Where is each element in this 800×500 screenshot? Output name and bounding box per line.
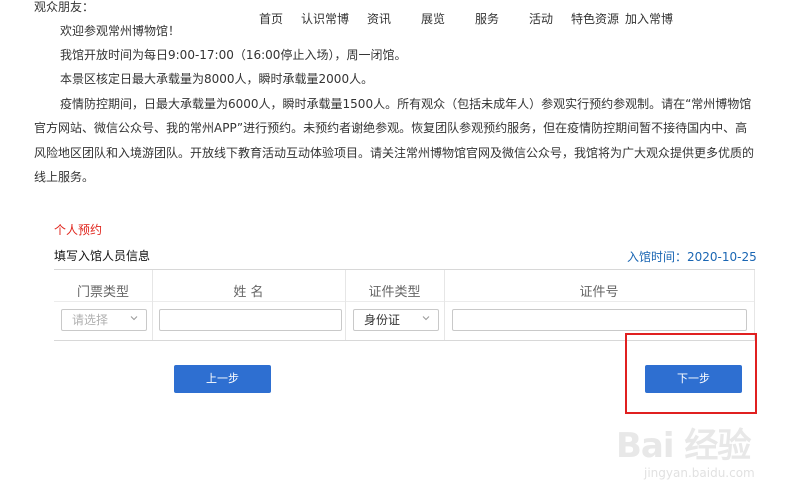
id-number-input[interactable] (452, 309, 747, 331)
prev-step-button[interactable]: 上一步 (174, 365, 271, 393)
header-id-type: 证件类型 (368, 285, 421, 300)
nav-item-about[interactable]: 认识常博 (301, 10, 349, 27)
nav-item-news[interactable]: 资讯 (367, 10, 391, 27)
visit-date-label: 入馆时间： (627, 250, 688, 264)
header-ticket-type: 门票类型 (76, 285, 129, 300)
id-type-select[interactable]: 身份证 (353, 309, 439, 331)
notice-para-line-1: 疫情防控期间，日最大承载量为6000人，瞬时承载量1500人。所有观众（包括未成… (60, 97, 752, 111)
visit-date: 入馆时间：2020-10-25 (627, 248, 757, 265)
notice-line-capacity: 本景区核定日最大承载量为8000人，瞬时承载量2000人。 (60, 72, 374, 86)
ticket-type-placeholder: 请选择 (72, 313, 109, 327)
form-title: 填写入馆人员信息 (54, 249, 151, 263)
watermark-url: jingyan.baidu.com (644, 466, 755, 480)
watermark-logo-text: Bai 经验 (616, 426, 751, 466)
notice-line-hours: 我馆开放时间为每日9:00-17:00（16:00停止入场），周一闭馆。 (60, 48, 407, 62)
ticket-type-select[interactable]: 请选择 (61, 309, 147, 331)
header-name: 姓 名 (233, 285, 264, 300)
notice-greeting: 观众朋友： (34, 0, 95, 14)
nav-item-activities[interactable]: 活动 (529, 10, 553, 27)
header-id-number: 证件号 (579, 285, 619, 300)
id-type-value: 身份证 (364, 313, 401, 327)
table-top-border (54, 269, 755, 270)
table-header-divider (54, 301, 755, 302)
nav-item-home[interactable]: 首页 (259, 10, 283, 27)
annotation-highlight-box (625, 333, 757, 414)
chevron-down-icon (130, 316, 138, 321)
notice-para-line-2: 官方网站、微信公众号、我的常州APP”进行预约。未预约者谢绝参观。恢复团队参观预… (34, 121, 748, 135)
nav-item-services[interactable]: 服务 (475, 10, 499, 27)
notice-para-line-4: 线上服务。 (34, 170, 95, 184)
nav-item-join[interactable]: 加入常博 (625, 10, 673, 27)
personal-booking-tab[interactable]: 个人预约 (54, 221, 102, 238)
visit-date-value: 2020-10-25 (687, 250, 757, 264)
notice-para-line-3: 风险地区团队和入境游团队。开放线下教育活动互动体验项目。请关注常州博物馆官网及微… (34, 146, 755, 160)
notice-line-welcome: 欢迎参观常州博物馆！ (60, 24, 181, 38)
nav-item-exhibitions[interactable]: 展览 (421, 10, 445, 27)
column-divider (754, 270, 755, 340)
nav-item-resources[interactable]: 特色资源 (571, 10, 619, 27)
chevron-down-icon (422, 316, 430, 321)
name-input[interactable] (159, 309, 342, 331)
baidu-jingyan-watermark: Bai 经验 jingyan.baidu.com (616, 410, 756, 490)
